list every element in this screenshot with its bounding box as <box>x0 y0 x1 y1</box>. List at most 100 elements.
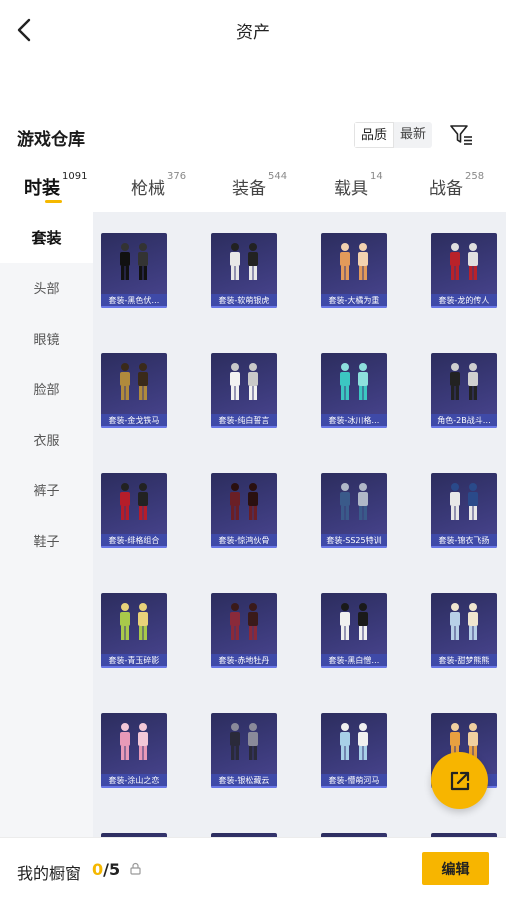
filter-button[interactable] <box>449 123 475 147</box>
item-card[interactable]: 套装-纯白誓言 <box>211 353 277 428</box>
outfit-thumbnail <box>321 473 387 531</box>
item-card[interactable]: 套装-青玉碎影 <box>101 593 167 668</box>
outfit-thumbnail <box>211 353 277 411</box>
outfit-thumbnail <box>101 713 167 771</box>
item-card[interactable]: 套装-银松藏云 <box>211 713 277 788</box>
tab-count: 14 <box>370 171 383 182</box>
item-rarity-bar <box>321 666 387 668</box>
tab-count: 544 <box>268 171 288 182</box>
edit-button[interactable]: 编辑 <box>422 852 489 885</box>
sort-option-quality[interactable]: 品质 <box>354 122 395 148</box>
outfit-thumbnail <box>321 593 387 651</box>
sidebar-item-glasses[interactable]: 眼镜 <box>0 313 93 364</box>
tab-equipment[interactable]: 装备544 <box>232 171 288 199</box>
sidebar-item-shoes[interactable]: 鞋子 <box>0 515 93 566</box>
item-rarity-bar <box>101 426 167 428</box>
tab-label: 枪械 <box>131 179 165 199</box>
outfit-thumbnail <box>321 713 387 771</box>
showcase-bar: 我的橱窗 0/5 编辑 <box>0 837 506 897</box>
item-rarity-bar <box>211 666 277 668</box>
filter-icon <box>450 125 472 145</box>
item-card[interactable]: 套装-冰川格… <box>321 353 387 428</box>
tab-label: 装备 <box>232 179 266 199</box>
outfit-thumbnail <box>211 473 277 531</box>
item-rarity-bar <box>431 546 497 548</box>
outfit-thumbnail <box>211 713 277 771</box>
item-rarity-bar <box>431 306 497 308</box>
sidebar-item-head[interactable]: 头部 <box>0 263 93 314</box>
share-external-icon <box>450 771 469 790</box>
item-grid: 套装-黑色伏… 套装-软萌银虎 套装-大橘为重 套装-龙的传人套装-金戈铁马 套装-纯白… <box>93 212 506 837</box>
active-tab-indicator <box>45 200 62 203</box>
sidebar-item-pants[interactable]: 裤子 <box>0 465 93 516</box>
item-rarity-bar <box>431 426 497 428</box>
item-card[interactable]: 套装-绯格组合 <box>101 473 167 548</box>
item-card[interactable]: 套装-SS25特训 <box>321 473 387 548</box>
item-card[interactable]: 套装-甜梦熊熊 <box>431 593 497 668</box>
item-rarity-bar <box>431 666 497 668</box>
item-rarity-bar <box>211 306 277 308</box>
item-rarity-bar <box>321 426 387 428</box>
outfit-thumbnail <box>431 473 497 531</box>
item-rarity-bar <box>101 666 167 668</box>
outfit-thumbnail <box>101 353 167 411</box>
showcase-label: 我的橱窗 <box>17 864 82 883</box>
category-tabs: 时装1091 枪械376 装备544 载具14 战备258 <box>0 168 506 212</box>
top-bar: 资产 <box>0 0 506 60</box>
item-rarity-bar <box>321 546 387 548</box>
item-card[interactable]: 套装-大橘为重 <box>321 233 387 308</box>
tab-count: 1091 <box>62 171 88 182</box>
sort-toggle: 品质 最新 <box>354 122 433 148</box>
item-card[interactable]: 角色-2B战斗… <box>431 353 497 428</box>
sidebar-item-face[interactable]: 脸部 <box>0 364 93 415</box>
item-rarity-bar <box>211 546 277 548</box>
item-rarity-bar <box>321 306 387 308</box>
item-rarity-bar <box>211 426 277 428</box>
item-card[interactable]: 套装-软萌银虎 <box>211 233 277 308</box>
outfit-thumbnail <box>211 593 277 651</box>
outfit-thumbnail <box>211 233 277 291</box>
tab-count: 258 <box>465 171 485 182</box>
item-card[interactable]: 套装-涂山之恋 <box>101 713 167 788</box>
lock-icon <box>130 862 141 875</box>
warehouse-title: 游戏仓库 <box>17 130 85 150</box>
sort-option-newest[interactable]: 最新 <box>394 122 432 148</box>
subcategory-sidebar: 套装 头部 眼镜 脸部 衣服 裤子 鞋子 <box>0 212 93 837</box>
outfit-thumbnail <box>321 233 387 291</box>
tab-fashion[interactable]: 时装1091 <box>24 171 88 200</box>
item-card[interactable]: 套装-黑白憎… <box>321 593 387 668</box>
tab-guns[interactable]: 枪械376 <box>131 171 187 199</box>
outfit-thumbnail <box>101 473 167 531</box>
page-title: 资产 <box>236 23 270 43</box>
tab-supplies[interactable]: 战备258 <box>429 171 485 199</box>
share-fab[interactable] <box>431 752 488 809</box>
showcase-current: 0 <box>92 860 104 879</box>
tab-vehicles[interactable]: 载具14 <box>334 171 383 199</box>
tab-count: 376 <box>167 171 187 182</box>
sidebar-item-outfits[interactable]: 套装 <box>0 212 93 263</box>
outfit-thumbnail <box>431 353 497 411</box>
sidebar-item-clothes[interactable]: 衣服 <box>0 414 93 465</box>
item-card[interactable]: 套装-锦衣飞扬 <box>431 473 497 548</box>
item-rarity-bar <box>321 786 387 788</box>
outfit-thumbnail <box>101 233 167 291</box>
item-rarity-bar <box>211 786 277 788</box>
item-card[interactable]: 套装-黑色伏… <box>101 233 167 308</box>
outfit-thumbnail <box>321 353 387 411</box>
item-card[interactable]: 套装-懵萌河马 <box>321 713 387 788</box>
outfit-thumbnail <box>431 233 497 291</box>
warehouse-header: 游戏仓库 品质 最新 <box>0 118 506 154</box>
item-rarity-bar <box>101 786 167 788</box>
outfit-thumbnail <box>101 593 167 651</box>
item-card[interactable]: 套装-惊鸿伙骨 <box>211 473 277 548</box>
item-rarity-bar <box>101 306 167 308</box>
tab-label: 载具 <box>334 179 368 199</box>
tab-label: 时装 <box>24 178 60 199</box>
item-rarity-bar <box>101 546 167 548</box>
item-card[interactable]: 套装-赤地牡丹 <box>211 593 277 668</box>
outfit-thumbnail <box>431 593 497 651</box>
showcase-count: 0/5 <box>92 860 120 879</box>
item-card[interactable]: 套装-金戈铁马 <box>101 353 167 428</box>
tab-label: 战备 <box>429 179 463 199</box>
item-card[interactable]: 套装-龙的传人 <box>431 233 497 308</box>
